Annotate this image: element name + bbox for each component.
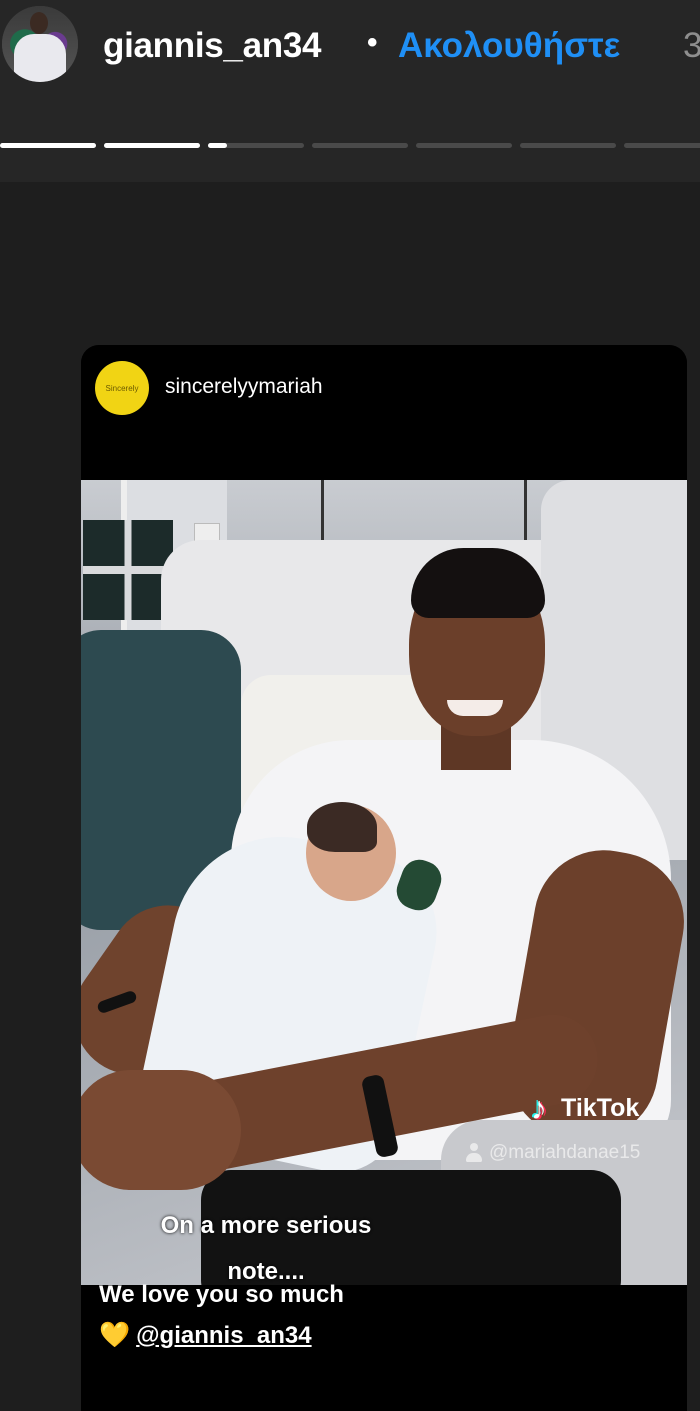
progress-segment	[104, 143, 200, 148]
mention-link[interactable]: @giannis_an34	[136, 1322, 311, 1349]
tiktok-handle: @mariahdanae15	[465, 1142, 640, 1164]
follow-button[interactable]: Ακολουθήστε	[398, 26, 620, 66]
person-icon	[465, 1143, 483, 1163]
progress-fill	[0, 143, 96, 148]
progress-segment	[312, 143, 408, 148]
story-content[interactable]: Sincerely sincerelyymariah ♪ ♪ ♪ TikTok …	[0, 182, 700, 1411]
caption-line-2: 💛 @giannis_an34	[99, 1315, 344, 1356]
overlay-caption: On a more serious note....	[81, 1203, 451, 1285]
tiktok-handle-text: @mariahdanae15	[489, 1142, 641, 1163]
story-progress-bar	[0, 143, 700, 149]
progress-segment	[416, 143, 512, 148]
progress-segment	[0, 143, 96, 148]
story-caption: We love you so much 💛 @giannis_an34	[99, 1275, 344, 1356]
overlay-caption-line-1: On a more serious	[160, 1212, 372, 1239]
heart-icon: 💛	[99, 1321, 131, 1349]
post-header: Sincerely sincerelyymariah	[81, 345, 687, 480]
progress-segment	[208, 143, 304, 148]
username-link[interactable]: giannis_an34	[103, 26, 321, 66]
progress-segment	[520, 143, 616, 148]
progress-fill	[208, 143, 228, 148]
tiktok-watermark: ♪ ♪ ♪ TikTok	[527, 1090, 639, 1126]
story-header: giannis_an34 • Ακολουθήστε 3	[0, 0, 700, 110]
post-photo: ♪ ♪ ♪ TikTok @mariahdanae15 On a more seri…	[81, 480, 687, 1285]
progress-fill	[104, 143, 200, 148]
caption-line-1: We love you so much	[99, 1281, 344, 1308]
shared-post-card[interactable]: Sincerely sincerelyymariah ♪ ♪ ♪ TikTok …	[81, 345, 687, 1411]
tiktok-label: TikTok	[561, 1093, 640, 1122]
progress-segment	[624, 143, 700, 148]
profile-avatar[interactable]	[2, 6, 78, 82]
tiktok-icon: ♪ ♪ ♪	[529, 1089, 549, 1127]
timestamp: 3	[683, 26, 700, 65]
separator-dot: •	[367, 26, 378, 59]
poster-avatar[interactable]: Sincerely	[95, 361, 149, 415]
poster-username[interactable]: sincerelyymariah	[165, 375, 323, 399]
